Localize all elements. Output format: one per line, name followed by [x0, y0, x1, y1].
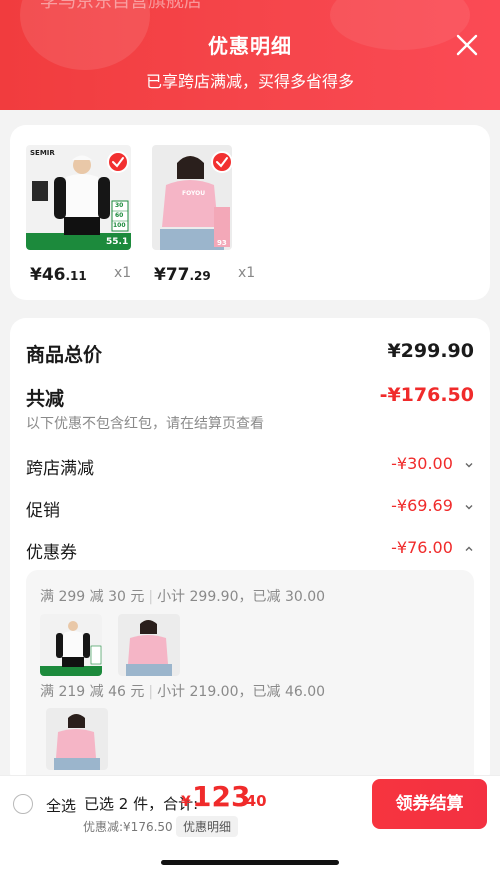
coupon-product-thumbnail	[46, 708, 108, 770]
reduction-note: 以下优惠不包含红包，请在结算页查看	[26, 416, 264, 432]
product-brand-text: SEMIR	[30, 149, 55, 157]
coupon-group-header: 满 299 减 30 元 | 小计 299.90，已减 30.00	[40, 589, 326, 605]
discount-label: 优惠券	[26, 543, 77, 563]
background-store-name: 李马京东自营旗舰店	[0, 0, 300, 10]
select-all-label[interactable]: 全选	[46, 795, 76, 816]
discount-amount: -¥69.69	[391, 496, 453, 515]
price-decimal: .29	[189, 269, 211, 283]
total-amount-decimal: .40	[240, 792, 267, 810]
product-item[interactable]: FOYOU 93 ¥77.29 x1	[150, 145, 280, 285]
selected-products-card: SEMIR 30 60 100 55.1 ¥46.11 x1 FOYOU 93 …	[10, 125, 490, 300]
discount-value: -¥76.00	[391, 538, 474, 557]
coupon-rule: 满 219 减 46 元	[40, 684, 145, 700]
discount-detail-link[interactable]: 优惠明细	[176, 816, 239, 837]
checkout-bar: 全选 已选 2 件，合计: ¥ 123 .40 优惠减:¥176.50 优惠明细…	[0, 775, 500, 877]
total-price-value: ¥299.90	[387, 340, 474, 362]
check-icon	[216, 157, 228, 168]
product-price: ¥77.29	[154, 265, 284, 285]
coupon-rule: 满 299 减 30 元	[40, 589, 145, 605]
coupon-group-header: 满 219 减 46 元 | 小计 219.00，已减 46.00	[40, 684, 326, 700]
discount-amount: -¥76.00	[391, 538, 453, 557]
total-currency: ¥	[181, 794, 191, 810]
coupon-subtotal: 小计 219.00，已减 46.00	[157, 684, 326, 700]
product-quantity: x1	[238, 265, 256, 281]
discount-label: 促销	[26, 501, 60, 521]
coupon-product-thumbnail	[118, 614, 180, 676]
product-price: ¥46.11	[30, 265, 160, 285]
discount-value: -¥30.00	[391, 454, 474, 473]
discount-value: -¥69.69	[391, 496, 474, 515]
price-decimal: .11	[65, 269, 87, 283]
chevron-down-icon	[465, 462, 473, 467]
total-reduction-value: -¥176.50	[379, 384, 474, 406]
close-icon	[456, 34, 478, 56]
total-price-label: 商品总价	[26, 344, 103, 366]
chevron-down-icon	[465, 504, 473, 509]
checkout-button[interactable]: 领券结算	[372, 779, 487, 829]
product-badge-text: 30	[115, 202, 124, 209]
product-thumbnail: FOYOU 93	[152, 145, 232, 250]
discount-label: 跨店满减	[26, 459, 94, 479]
sheet-subtitle: 已享跨店满减，买得多省得多	[145, 72, 354, 91]
product-badge-text: 100	[113, 222, 126, 229]
coupon-detail-panel: 满 299 减 30 元 | 小计 299.90，已减 30.00 满 219 …	[26, 570, 474, 775]
product-thumb-price: 55.1	[106, 237, 129, 247]
price-summary-card: 商品总价 ¥299.90 共减 -¥176.50 以下优惠不包含红包，请在结算页…	[10, 318, 490, 775]
product-thumb-price: 93	[217, 239, 227, 247]
product-badge-text: 60	[115, 212, 124, 219]
product-quantity: x1	[114, 265, 132, 281]
product-image-pink-shirt	[46, 708, 108, 770]
chevron-up-icon	[465, 546, 473, 551]
select-all-radio[interactable]	[13, 794, 33, 814]
home-indicator[interactable]	[161, 860, 339, 865]
selected-check-badge	[211, 151, 232, 173]
discount-content: SEMIR 30 60 100 55.1 ¥46.11 x1 FOYOU 93 …	[0, 110, 500, 775]
coupon-subtotal: 小计 299.90，已减 30.00	[157, 589, 326, 605]
product-brand-text: FOYOU	[182, 190, 206, 197]
price-integer: ¥46	[30, 265, 66, 285]
price-integer: ¥77	[154, 265, 190, 285]
product-thumbnail: SEMIR 30 60 100 55.1	[26, 145, 131, 250]
product-image-semir	[40, 614, 102, 676]
sheet-title: 优惠明细	[208, 34, 292, 58]
discount-detail-header: 李马京东自营旗舰店 优惠明细 已享跨店满减，买得多省得多	[0, 0, 500, 110]
discount-amount: -¥30.00	[391, 454, 453, 473]
discount-summary: 优惠减:¥176.50	[83, 820, 173, 834]
product-image-pink-shirt	[118, 614, 180, 676]
close-button[interactable]	[452, 30, 482, 60]
total-reduction-label: 共减	[26, 388, 65, 410]
selected-check-badge	[107, 151, 129, 173]
check-icon	[112, 157, 124, 168]
product-item[interactable]: SEMIR 30 60 100 55.1 ¥46.11 x1	[26, 145, 156, 285]
coupon-product-thumbnail	[40, 614, 102, 676]
